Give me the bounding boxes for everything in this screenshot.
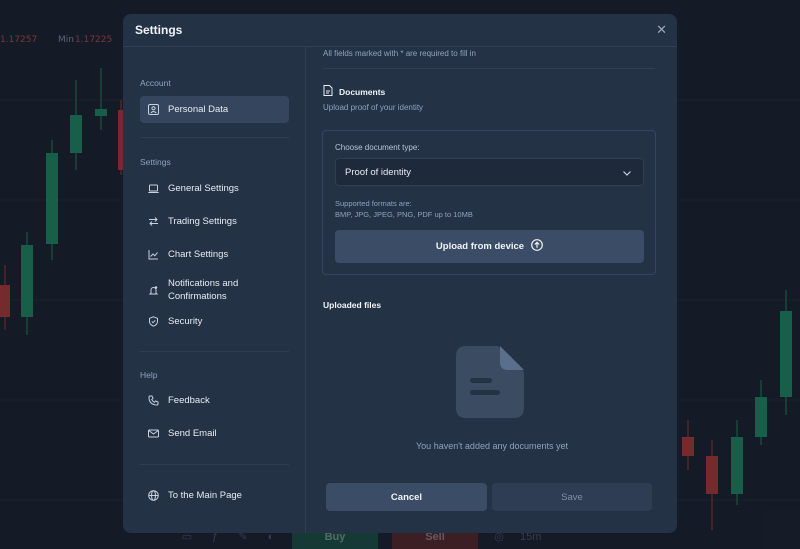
phone-icon bbox=[148, 395, 159, 406]
empty-document-icon bbox=[456, 346, 524, 418]
supported-formats: Supported formats are: BMP, JPG, JPEG, P… bbox=[335, 198, 473, 220]
required-hint: All fields marked with * are required to… bbox=[323, 49, 476, 58]
document-type-select[interactable]: Proof of identity bbox=[335, 158, 644, 186]
document-icon bbox=[323, 85, 333, 98]
id-card-icon bbox=[148, 104, 159, 115]
documents-title: Documents bbox=[339, 86, 386, 97]
chevron-down-icon bbox=[623, 163, 631, 181]
sidebar-item-label: Notifications and Confirmations bbox=[168, 277, 238, 303]
settings-modal: Settings ✕ Account Personal Data Setting… bbox=[123, 14, 677, 533]
sidebar-item-main-page[interactable]: To the Main Page bbox=[140, 482, 289, 509]
settings-sidebar: Account Personal Data Settings General S… bbox=[123, 47, 306, 533]
sidebar-item-chart-settings[interactable]: Chart Settings bbox=[140, 241, 289, 268]
sidebar-item-security[interactable]: Security bbox=[140, 308, 289, 335]
sidebar-item-send-email[interactable]: Send Email bbox=[140, 420, 289, 447]
chart-line-icon bbox=[148, 249, 159, 260]
notifications-line2: Confirmations bbox=[168, 291, 227, 302]
section-settings: Settings bbox=[140, 157, 171, 167]
documents-panel: All fields marked with * are required to… bbox=[307, 47, 677, 533]
sidebar-divider bbox=[140, 351, 289, 352]
cancel-button[interactable]: Cancel bbox=[326, 483, 487, 511]
sidebar-item-label: Chart Settings bbox=[168, 249, 229, 260]
laptop-icon bbox=[148, 183, 159, 194]
globe-icon bbox=[148, 490, 159, 501]
documents-subtitle: Upload proof of your identity bbox=[323, 103, 424, 112]
notifications-line1: Notifications and bbox=[168, 278, 239, 289]
save-button[interactable]: Save bbox=[492, 483, 652, 511]
sidebar-item-label: To the Main Page bbox=[168, 490, 242, 501]
sidebar-item-label: Security bbox=[168, 316, 203, 327]
sidebar-item-label: General Settings bbox=[168, 183, 239, 194]
sidebar-item-general-settings[interactable]: General Settings bbox=[140, 175, 289, 202]
upload-label: Upload from device bbox=[435, 241, 525, 252]
document-upload-box: Choose document type: Proof of identity … bbox=[322, 130, 656, 275]
shield-icon bbox=[148, 316, 159, 327]
sidebar-item-label: Trading Settings bbox=[168, 216, 237, 227]
document-type-value: Proof of identity bbox=[345, 166, 412, 178]
formats-line2: BMP, JPG, JPEG, PNG, PDF up to 10MB bbox=[335, 210, 473, 219]
upload-icon bbox=[531, 239, 543, 254]
sidebar-item-trading-settings[interactable]: Trading Settings bbox=[140, 208, 289, 235]
modal-title: Settings bbox=[135, 23, 183, 37]
sidebar-divider bbox=[140, 137, 289, 138]
sidebar-item-label: Send Email bbox=[168, 428, 217, 439]
formats-line1: Supported formats are: bbox=[335, 199, 412, 208]
document-type-label: Choose document type: bbox=[335, 143, 420, 152]
empty-files-message: You haven't added any documents yet bbox=[416, 441, 568, 451]
sidebar-item-label: Personal Data bbox=[168, 104, 229, 115]
upload-from-device-button[interactable]: Upload from device bbox=[335, 230, 644, 263]
bell-icon bbox=[148, 285, 159, 296]
section-account: Account bbox=[140, 78, 171, 88]
uploaded-files-heading: Uploaded files bbox=[323, 300, 382, 310]
sidebar-item-label: Feedback bbox=[168, 395, 210, 406]
mail-icon bbox=[148, 428, 159, 439]
documents-heading: Documents bbox=[323, 85, 385, 98]
sidebar-divider bbox=[140, 464, 289, 465]
content-divider bbox=[323, 68, 655, 69]
section-help: Help bbox=[140, 370, 158, 380]
sidebar-item-feedback[interactable]: Feedback bbox=[140, 387, 289, 414]
sidebar-item-notifications[interactable]: Notifications and Confirmations bbox=[140, 274, 289, 306]
arrows-exchange-icon bbox=[148, 216, 159, 227]
sidebar-item-personal-data[interactable]: Personal Data bbox=[140, 96, 289, 123]
close-icon[interactable]: ✕ bbox=[656, 22, 667, 38]
